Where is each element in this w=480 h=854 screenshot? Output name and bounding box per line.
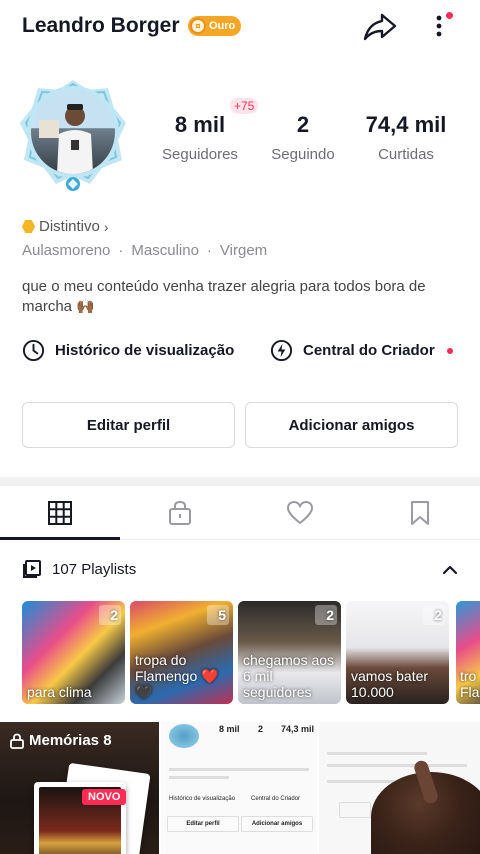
badge-label: Distintivo (39, 218, 100, 235)
mini-likes: 74,3 mil (281, 724, 315, 734)
lock-icon (10, 733, 24, 749)
tag-separator: · (206, 242, 212, 259)
active-tab-indicator (0, 537, 120, 540)
badge-link[interactable]: Distintivo › (22, 218, 109, 235)
add-friends-button[interactable]: Adicionar amigos (245, 402, 458, 448)
video-thumbnail[interactable] (319, 722, 480, 854)
playlists-count-label: 107 Playlists (52, 560, 137, 578)
bookmark-icon (411, 501, 429, 525)
mini-history: Histórico de visualização (169, 796, 236, 802)
memories-label: Memórias 8 (10, 732, 112, 749)
playlist-title: tropa do Flamengo ❤️🖤 (135, 652, 219, 700)
mini-edit-button-shape (339, 802, 371, 818)
coin-icon: ¤ (190, 18, 206, 34)
playlist-card[interactable]: 5 tropa do Flamengo ❤️🖤 (130, 601, 233, 704)
avatar[interactable] (18, 78, 128, 194)
playlist-title: chegamos aos 6 mil seguidores (243, 652, 335, 700)
playlist-card[interactable]: 2 chegamos aos 6 mil seguidores (238, 601, 341, 704)
playlist-title: vamos bater 10.000 (351, 668, 429, 700)
avatar-photo (27, 86, 119, 178)
following-stat[interactable]: 2 Seguindo (266, 112, 340, 163)
playlist-title: para clima (27, 684, 92, 700)
tier-label: Ouro (209, 20, 236, 32)
tag-item: Masculino (131, 242, 199, 259)
tag-separator: · (118, 242, 124, 259)
chevron-up-icon[interactable] (440, 560, 460, 580)
following-count: 2 (296, 112, 310, 137)
content-tabs (0, 486, 480, 540)
playlist-video-count: 2 (434, 607, 442, 623)
profile-username[interactable]: Leandro Borger (22, 14, 180, 38)
person-silhouette-icon (31, 90, 115, 174)
avatar-ornament-icon (66, 177, 80, 191)
likes-label: Curtidas (378, 146, 434, 163)
profile-bio: que o meu conteúdo venha trazer alegria … (22, 278, 426, 315)
playlist-title: tro Fla (460, 668, 480, 700)
tab-liked[interactable] (240, 486, 360, 540)
tab-private[interactable] (120, 486, 240, 540)
grid-icon (48, 501, 72, 525)
tab-videos[interactable] (0, 486, 120, 540)
playlist-video-count: 2 (110, 607, 118, 623)
badge-icon (22, 220, 35, 233)
creator-notification-dot (446, 347, 453, 354)
followers-label: Seguidores (162, 146, 238, 163)
top-bar: Leandro Borger ¤ Ouro (0, 0, 480, 56)
memories-cell[interactable]: Memórias 8 (0, 722, 159, 854)
tag-item: Virgem (219, 242, 268, 259)
lightning-icon (270, 339, 293, 362)
history-link[interactable]: Histórico de visualização (22, 339, 234, 362)
mini-bio-line (169, 768, 309, 771)
mini-bio-line (327, 752, 427, 755)
playlist-card[interactable]: 2 vamos bater 10.000 (346, 601, 449, 704)
chevron-right-icon: › (103, 218, 109, 235)
likes-stat[interactable]: 74,4 mil Curtidas (360, 112, 452, 163)
followers-stat[interactable]: 8 mil Seguidores (160, 112, 240, 163)
creator-center-link[interactable]: Central do Criador (270, 339, 453, 362)
heart-icon (286, 500, 314, 525)
clock-icon (22, 339, 45, 362)
memories-text: Memórias 8 (29, 732, 112, 749)
edit-profile-button[interactable]: Editar perfil (22, 402, 235, 448)
video-thumbnail[interactable]: 8 mil 2 74,3 mil Histórico de visualizaç… (161, 722, 317, 854)
mini-edit-button: Editar perfil (167, 816, 239, 832)
lock-icon (169, 500, 191, 525)
history-label: Histórico de visualização (55, 342, 235, 359)
likes-count: 74,4 mil (365, 112, 447, 137)
tab-saved[interactable] (360, 486, 480, 540)
mini-bio-line (327, 780, 397, 783)
mini-followers: 8 mil (219, 724, 240, 734)
mini-avatar (169, 724, 199, 748)
following-label: Seguindo (271, 146, 335, 163)
profile-tags: Aulasmoreno · Masculino · Virgem (22, 242, 267, 259)
mini-creator: Central do Criador (251, 796, 301, 802)
playlist-card[interactable]: tro Fla (456, 601, 480, 704)
mini-bio-line (169, 776, 229, 779)
followers-count: 8 mil (174, 112, 226, 137)
playlist-video-count: 5 (218, 607, 226, 623)
mini-add-button: Adicionar amigos (241, 816, 313, 832)
new-badge: NOVO (82, 789, 127, 805)
tier-badge[interactable]: ¤ Ouro (188, 16, 242, 36)
section-divider (0, 477, 480, 486)
notification-dot (446, 12, 453, 19)
playlist-card[interactable]: 2 para clima (22, 601, 125, 704)
new-followers-badge: +75 (230, 98, 259, 114)
mini-following: 2 (258, 724, 264, 734)
tag-item: Aulasmoreno (22, 242, 111, 259)
playlists-header[interactable]: 107 Playlists (22, 559, 136, 579)
mini-bio-line (327, 764, 467, 767)
share-icon[interactable] (362, 10, 398, 42)
playlist-icon (23, 560, 41, 578)
playlist-video-count: 2 (326, 607, 334, 623)
creator-label: Central do Criador (303, 342, 435, 359)
